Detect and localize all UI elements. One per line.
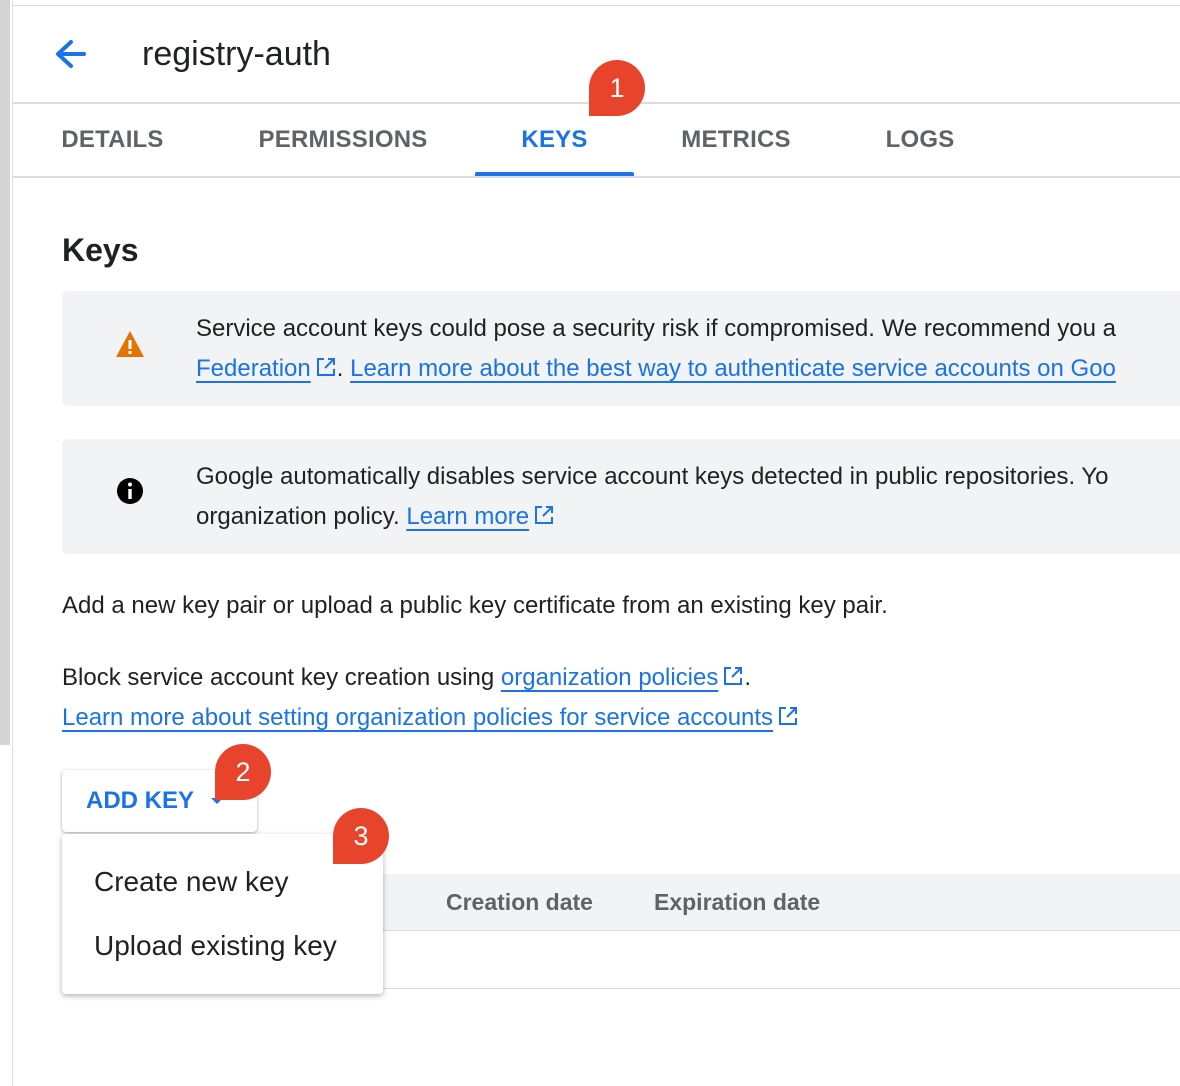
section-title: Keys xyxy=(62,232,139,268)
tab-details[interactable]: DETAILS xyxy=(40,104,185,176)
info-text: Google automatically disables service ac… xyxy=(196,457,1109,537)
add-key-description: Add a new key pair or upload a public ke… xyxy=(62,592,888,619)
tabs-divider xyxy=(12,176,1180,178)
authenticate-service-accounts-link[interactable]: Learn more about the best way to authent… xyxy=(350,355,1116,382)
tab-logs[interactable]: LOGS xyxy=(860,104,980,176)
warning-separator: . xyxy=(336,355,351,382)
learn-more-link[interactable]: Learn more xyxy=(406,503,529,530)
info-line-2: organization policy. Learn more xyxy=(196,497,1109,537)
tab-metrics[interactable]: METRICS xyxy=(660,104,812,176)
external-link-icon xyxy=(316,358,335,376)
left-scrollbar xyxy=(0,0,10,745)
warning-icon xyxy=(116,331,144,357)
page-title: registry-auth xyxy=(142,35,331,73)
callout-badge-3: 3 xyxy=(333,808,389,864)
external-link-icon xyxy=(724,667,743,685)
info-line-1: Google automatically disables service ac… xyxy=(196,463,1109,490)
tab-permissions[interactable]: PERMISSIONS xyxy=(245,104,441,176)
org-policy-prefix: Block service account key creation using xyxy=(62,664,501,691)
info-icon xyxy=(117,478,143,504)
menu-item-upload-existing-key[interactable]: Upload existing key xyxy=(94,926,337,966)
menu-item-create-new-key[interactable]: Create new key xyxy=(94,862,289,902)
org-policies-service-accounts-link[interactable]: Learn more about setting organization po… xyxy=(62,704,773,731)
column-header-expiration-date[interactable]: Expiration date xyxy=(654,874,820,930)
warning-text: Service account keys could pose a securi… xyxy=(196,309,1116,389)
info-line-2-text: organization policy. xyxy=(196,503,407,530)
external-link-icon xyxy=(535,506,554,524)
top-divider xyxy=(12,5,1180,6)
info-banner: Google automatically disables service ac… xyxy=(62,439,1180,554)
callout-badge-2: 2 xyxy=(215,744,271,800)
org-policy-suffix: . xyxy=(744,664,752,691)
organization-policies-link[interactable]: organization policies xyxy=(501,664,718,691)
warning-line-1: Service account keys could pose a securi… xyxy=(196,315,1116,342)
external-link-icon xyxy=(779,707,798,725)
warning-line-2: Federation. Learn more about the best wa… xyxy=(196,349,1116,389)
left-divider xyxy=(12,0,13,1086)
arrow-left-icon xyxy=(56,40,86,68)
add-key-label: ADD KEY xyxy=(86,787,195,814)
federation-link[interactable]: Federation xyxy=(196,355,311,382)
callout-badge-1: 1 xyxy=(589,60,645,116)
back-button[interactable] xyxy=(44,30,94,80)
org-policy-learn-more: Learn more about setting organization po… xyxy=(62,698,799,738)
column-header-creation-date[interactable]: Creation date xyxy=(446,874,593,930)
warning-banner: Service account keys could pose a securi… xyxy=(62,291,1180,406)
org-policy-text: Block service account key creation using… xyxy=(62,658,751,698)
